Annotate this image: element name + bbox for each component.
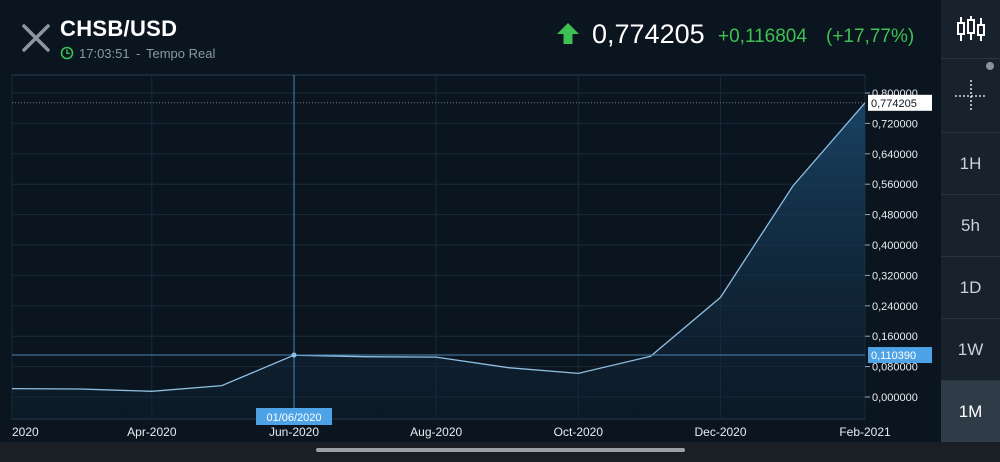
arrow-up-icon [557, 23, 579, 44]
crosshair-icon [954, 79, 987, 112]
x-tick-label: Oct-2020 [554, 425, 604, 439]
close-icon [22, 24, 50, 52]
y-tick-label: 0,160000 [872, 331, 918, 343]
crosshair-value-label: 0,110390 [871, 350, 916, 362]
y-tick-label: 0,640000 [872, 149, 918, 161]
x-tick-label: Aug-2020 [410, 425, 462, 439]
y-tick-label: 0,320000 [872, 270, 918, 282]
x-tick-label: 2020 [12, 425, 39, 439]
timeframe-1h-button[interactable]: 1H [941, 132, 1000, 194]
time-separator: - [136, 46, 141, 61]
y-tick-label: 0,240000 [872, 301, 918, 313]
realtime-label: Tempo Real [146, 46, 216, 61]
y-tick-label: 0,400000 [872, 240, 918, 252]
y-tick-label: 0,560000 [872, 179, 918, 191]
x-tick-label: Feb-2021 [839, 425, 891, 439]
home-gesture-handle[interactable] [316, 448, 685, 452]
x-tick-label: Apr-2020 [127, 425, 177, 439]
y-tick-label: 0,480000 [872, 210, 918, 222]
indicator-dot-icon [986, 62, 994, 70]
y-tick-label: 0,000000 [872, 392, 918, 404]
instrument-symbol: CHSB/USD [60, 16, 178, 41]
current-price: 0,774205 [592, 19, 705, 49]
x-tick-label: Jun-2020 [269, 425, 319, 439]
price-chart[interactable]: 0,000000 0,080000 0,160000 0,240000 0,320000… [0, 60, 940, 450]
y-tick-label: 0,720000 [872, 118, 918, 130]
crosshair-point [291, 352, 297, 358]
y-tick-label: 0,080000 [872, 362, 918, 374]
timeframe-1d-button[interactable]: 1D [941, 256, 1000, 318]
price-change-percent: (+17,77%) [826, 26, 915, 47]
last-price-label: 0,774205 [871, 98, 917, 110]
close-button[interactable] [18, 20, 54, 56]
clock-icon [60, 46, 74, 60]
x-tick-label: Dec-2020 [694, 425, 746, 439]
timeframe-1w-button[interactable]: 1W [941, 318, 1000, 380]
candlestick-chart-icon [956, 16, 985, 41]
chart-screen: CHSB/USD 17:03:51 - Tempo Real 0,774205 … [0, 0, 1000, 462]
quote-time: 17:03:51 [79, 46, 130, 61]
crosshair-date-label: 01/06/2020 [266, 412, 321, 424]
price-change: +0,116804 [718, 26, 807, 47]
timeframe-1m-button[interactable]: 1M [941, 380, 1000, 442]
timeframe-5h-button[interactable]: 5h [941, 194, 1000, 256]
system-nav-bar [0, 442, 1000, 462]
chart-type-button[interactable] [941, 0, 1000, 58]
price-area [12, 102, 865, 420]
